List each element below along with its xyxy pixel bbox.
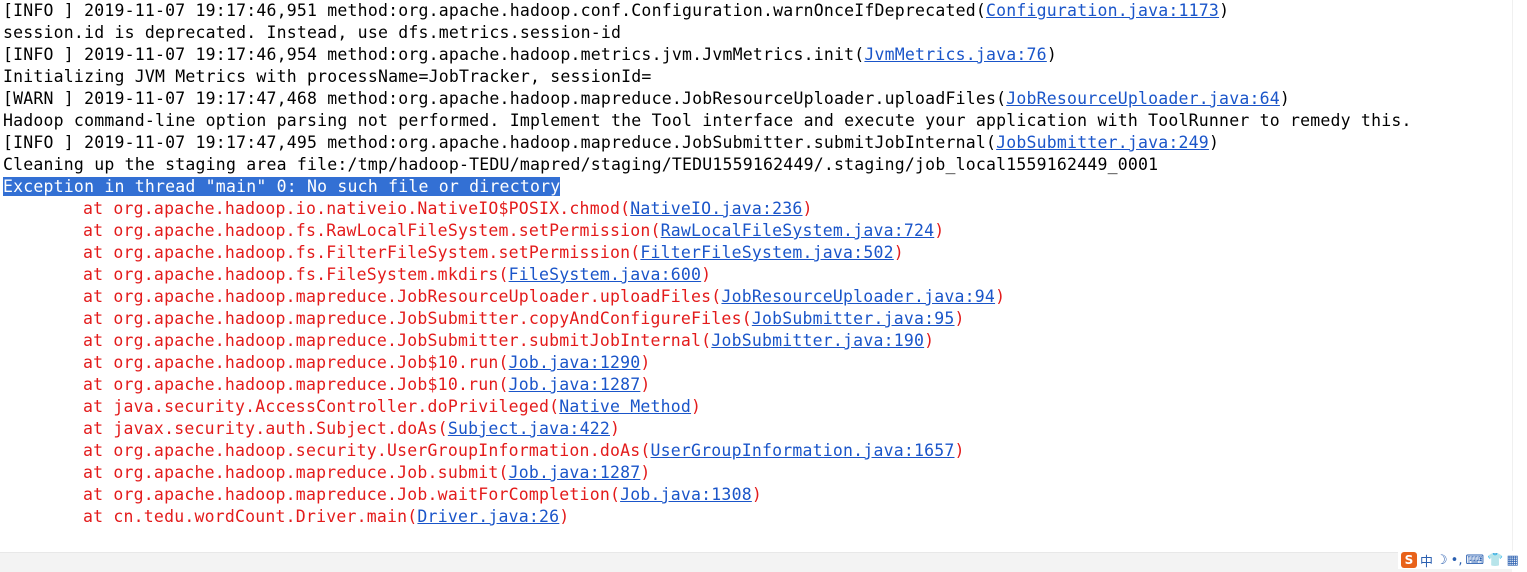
line-text: Hadoop command-line option parsing not p… bbox=[3, 111, 1412, 130]
line-tail: ) bbox=[1208, 133, 1220, 152]
source-link[interactable]: JobResourceUploader.java:64 bbox=[1006, 89, 1280, 108]
stacktrace-line: at org.apache.hadoop.mapreduce.JobSubmit… bbox=[0, 308, 1512, 330]
console-output[interactable]: [INFO ] 2019-11-07 19:17:46,951 method:o… bbox=[0, 0, 1512, 552]
line-text: at org.apache.hadoop.fs.FilterFileSystem… bbox=[83, 243, 641, 262]
source-link[interactable]: Job.java:1308 bbox=[620, 485, 752, 504]
log-line: Hadoop command-line option parsing not p… bbox=[0, 110, 1512, 132]
line-text: Initializing JVM Metrics with processNam… bbox=[3, 67, 652, 86]
stacktrace-line: at org.apache.hadoop.mapreduce.Job.waitF… bbox=[0, 484, 1512, 506]
source-link[interactable]: Driver.java:26 bbox=[417, 507, 559, 526]
sogou-logo-icon[interactable]: S bbox=[1401, 552, 1417, 568]
source-link[interactable]: FileSystem.java:600 bbox=[509, 265, 702, 284]
line-tail: ) bbox=[701, 265, 712, 284]
line-text: [WARN ] 2019-11-07 19:17:47,468 method:o… bbox=[3, 89, 1007, 108]
line-tail: ) bbox=[954, 309, 965, 328]
line-text: at org.apache.hadoop.io.nativeio.NativeI… bbox=[83, 199, 631, 218]
stacktrace-line: at org.apache.hadoop.mapreduce.JobSubmit… bbox=[0, 330, 1512, 352]
source-link[interactable]: JobResourceUploader.java:94 bbox=[721, 287, 995, 306]
source-link[interactable]: JobSubmitter.java:190 bbox=[711, 331, 924, 350]
line-tail: ) bbox=[640, 463, 651, 482]
source-link[interactable]: Job.java:1290 bbox=[509, 353, 641, 372]
source-link[interactable]: JobSubmitter.java:95 bbox=[752, 309, 955, 328]
log-line: [INFO ] 2019-11-07 19:17:46,951 method:o… bbox=[0, 0, 1512, 22]
source-link[interactable]: Job.java:1287 bbox=[509, 463, 641, 482]
line-text: at org.apache.hadoop.mapreduce.JobResour… bbox=[83, 287, 722, 306]
source-link[interactable]: Native Method bbox=[559, 397, 691, 416]
ime-language-toggle[interactable]: 中 bbox=[1420, 551, 1433, 570]
line-tail: ) bbox=[1219, 1, 1230, 20]
line-text: at org.apache.hadoop.mapreduce.Job.submi… bbox=[83, 463, 509, 482]
line-tail: ) bbox=[640, 375, 651, 394]
line-text: [INFO ] 2019-11-07 19:17:47,495 method:o… bbox=[3, 133, 997, 152]
stacktrace-line: at cn.tedu.wordCount.Driver.main(Driver.… bbox=[0, 506, 1512, 528]
source-link[interactable]: FilterFileSystem.java:502 bbox=[640, 243, 893, 262]
keyboard-icon[interactable]: ⌨ bbox=[1465, 553, 1484, 568]
line-text: Cleaning up the staging area file:/tmp/h… bbox=[3, 155, 1159, 174]
line-text: [INFO ] 2019-11-07 19:17:46,951 method:o… bbox=[3, 1, 986, 20]
line-tail: ) bbox=[751, 485, 762, 504]
line-tail: ) bbox=[1279, 89, 1291, 108]
log-line: [WARN ] 2019-11-07 19:17:47,468 method:o… bbox=[0, 88, 1512, 110]
line-tail: ) bbox=[995, 287, 1006, 306]
stacktrace-line: at org.apache.hadoop.fs.FilterFileSystem… bbox=[0, 242, 1512, 264]
source-link[interactable]: NativeIO.java:236 bbox=[630, 199, 802, 218]
stacktrace-line: at org.apache.hadoop.mapreduce.Job$10.ru… bbox=[0, 374, 1512, 396]
log-line: session.id is deprecated. Instead, use d… bbox=[0, 22, 1512, 44]
line-tail: ) bbox=[640, 353, 651, 372]
source-link[interactable]: JvmMetrics.java:76 bbox=[864, 45, 1046, 64]
stacktrace-line: at org.apache.hadoop.mapreduce.Job$10.ru… bbox=[0, 352, 1512, 374]
line-tail: ) bbox=[924, 331, 935, 350]
line-tail: ) bbox=[691, 397, 702, 416]
line-text: at javax.security.auth.Subject.doAs( bbox=[83, 419, 448, 438]
stacktrace-line: at org.apache.hadoop.io.nativeio.NativeI… bbox=[0, 198, 1512, 220]
horizontal-scrollbar[interactable] bbox=[0, 552, 1512, 572]
line-text: [INFO ] 2019-11-07 19:17:46,954 method:o… bbox=[3, 45, 865, 64]
line-tail: ) bbox=[954, 441, 965, 460]
line-text: at org.apache.hadoop.security.UserGroupI… bbox=[83, 441, 651, 460]
stacktrace-line: at org.apache.hadoop.mapreduce.JobResour… bbox=[0, 286, 1512, 308]
source-link[interactable]: UserGroupInformation.java:1657 bbox=[651, 441, 955, 460]
line-text: at org.apache.hadoop.fs.RawLocalFileSyst… bbox=[83, 221, 661, 240]
line-text: at org.apache.hadoop.fs.FileSystem.mkdir… bbox=[83, 265, 509, 284]
log-line: [INFO ] 2019-11-07 19:17:46,954 method:o… bbox=[0, 44, 1512, 66]
source-link[interactable]: RawLocalFileSystem.java:724 bbox=[661, 221, 935, 240]
line-text: session.id is deprecated. Instead, use d… bbox=[3, 23, 622, 42]
line-text: at org.apache.hadoop.mapreduce.JobSubmit… bbox=[83, 309, 752, 328]
stacktrace-line: at org.apache.hadoop.fs.FileSystem.mkdir… bbox=[0, 264, 1512, 286]
line-text: at cn.tedu.wordCount.Driver.main( bbox=[83, 507, 418, 526]
stacktrace-line: at javax.security.auth.Subject.doAs(Subj… bbox=[0, 418, 1512, 440]
stacktrace-line: at java.security.AccessController.doPriv… bbox=[0, 396, 1512, 418]
log-line: Initializing JVM Metrics with processNam… bbox=[0, 66, 1512, 88]
shirt-icon[interactable]: 👕 bbox=[1487, 553, 1503, 568]
line-tail: ) bbox=[893, 243, 904, 262]
line-tail: ) bbox=[1046, 45, 1057, 64]
line-tail: ) bbox=[609, 419, 621, 438]
stacktrace-line: at org.apache.hadoop.security.UserGroupI… bbox=[0, 440, 1512, 462]
source-link[interactable]: Configuration.java:1173 bbox=[986, 1, 1219, 20]
line-tail: ) bbox=[934, 221, 945, 240]
line-text: at org.apache.hadoop.mapreduce.Job$10.ru… bbox=[83, 375, 509, 394]
line-text: at java.security.AccessController.doPriv… bbox=[83, 397, 560, 416]
line-tail: ) bbox=[802, 199, 813, 218]
source-link[interactable]: Job.java:1287 bbox=[509, 375, 641, 394]
line-text: at org.apache.hadoop.mapreduce.JobSubmit… bbox=[83, 331, 712, 350]
source-link[interactable]: JobSubmitter.java:249 bbox=[996, 133, 1209, 152]
dot-icon[interactable]: •, bbox=[1451, 553, 1463, 568]
moon-icon[interactable]: ☽ bbox=[1436, 553, 1448, 568]
line-text: at org.apache.hadoop.mapreduce.Job$10.ru… bbox=[83, 353, 509, 372]
line-text: Exception in thread "main" 0: No such fi… bbox=[3, 177, 561, 196]
log-line: Cleaning up the staging area file:/tmp/h… bbox=[0, 154, 1512, 176]
line-text: at org.apache.hadoop.mapreduce.Job.waitF… bbox=[83, 485, 621, 504]
line-tail: ) bbox=[559, 507, 570, 526]
stacktrace-line: at org.apache.hadoop.fs.RawLocalFileSyst… bbox=[0, 220, 1512, 242]
log-line: [INFO ] 2019-11-07 19:17:47,495 method:o… bbox=[0, 132, 1512, 154]
source-link[interactable]: Subject.java:422 bbox=[448, 419, 610, 438]
ime-toolbar[interactable]: S 中 ☽ •, ⌨ 👕 ▦ bbox=[1398, 551, 1522, 570]
grid-icon[interactable]: ▦ bbox=[1506, 553, 1518, 568]
exception-line: Exception in thread "main" 0: No such fi… bbox=[0, 176, 1512, 198]
vertical-scrollbar[interactable] bbox=[1512, 0, 1527, 552]
stacktrace-line: at org.apache.hadoop.mapreduce.Job.submi… bbox=[0, 462, 1512, 484]
